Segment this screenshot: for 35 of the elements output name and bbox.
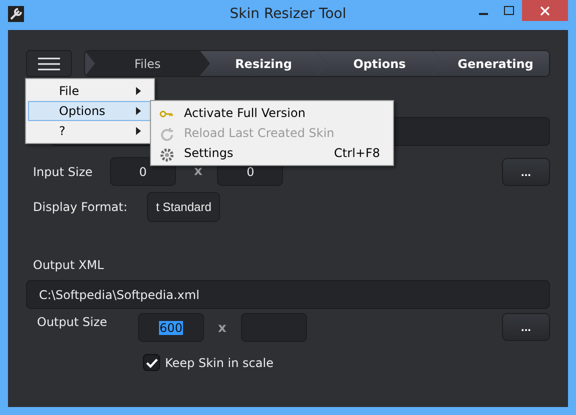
checkbox[interactable] bbox=[143, 354, 160, 371]
tab[interactable]: Generating bbox=[433, 51, 549, 76]
browse-button[interactable]: ... bbox=[502, 313, 550, 341]
tab[interactable]: Resizing bbox=[201, 51, 326, 76]
gear-icon bbox=[159, 147, 175, 163]
menu-item[interactable]: Options bbox=[28, 101, 152, 121]
field-label: Input Size bbox=[33, 164, 94, 178]
tab[interactable]: Options bbox=[317, 51, 442, 76]
close-button[interactable] bbox=[522, 0, 568, 21]
submenu-arrow-icon bbox=[136, 127, 141, 135]
input-field[interactable]: 600 bbox=[138, 313, 204, 342]
path-field[interactable]: C:\Softpedia\Softpedia.xml bbox=[26, 280, 550, 309]
close-icon bbox=[540, 6, 550, 16]
times-sign: x bbox=[218, 321, 226, 336]
submenu-arrow-icon bbox=[136, 87, 141, 95]
field-label: Output XML bbox=[33, 258, 105, 272]
reload-icon bbox=[159, 127, 175, 143]
format-button[interactable]: t Standard bbox=[147, 192, 220, 222]
menu-icon bbox=[38, 56, 60, 70]
menu-item[interactable]: ? bbox=[28, 121, 152, 141]
submenu-arrow-icon bbox=[136, 107, 141, 115]
checkbox-label: Keep Skin in scale bbox=[165, 356, 274, 370]
times-sign: x bbox=[194, 164, 202, 179]
minimize-icon bbox=[478, 13, 488, 15]
field-label: Output Size bbox=[37, 315, 108, 329]
field-label: Display Format: bbox=[33, 200, 128, 214]
menu-button[interactable] bbox=[26, 50, 72, 77]
shortcut-text: Ctrl+F8 bbox=[334, 146, 380, 160]
wrench-icon bbox=[8, 6, 24, 22]
maximize-icon bbox=[504, 6, 514, 16]
window-title: Skin Resizer Tool bbox=[228, 6, 348, 22]
browse-button[interactable]: ... bbox=[502, 158, 550, 186]
tab[interactable]: Files bbox=[85, 51, 210, 76]
menu-item[interactable]: File bbox=[28, 81, 152, 101]
menu-item[interactable]: Activate Full Version bbox=[153, 103, 391, 123]
